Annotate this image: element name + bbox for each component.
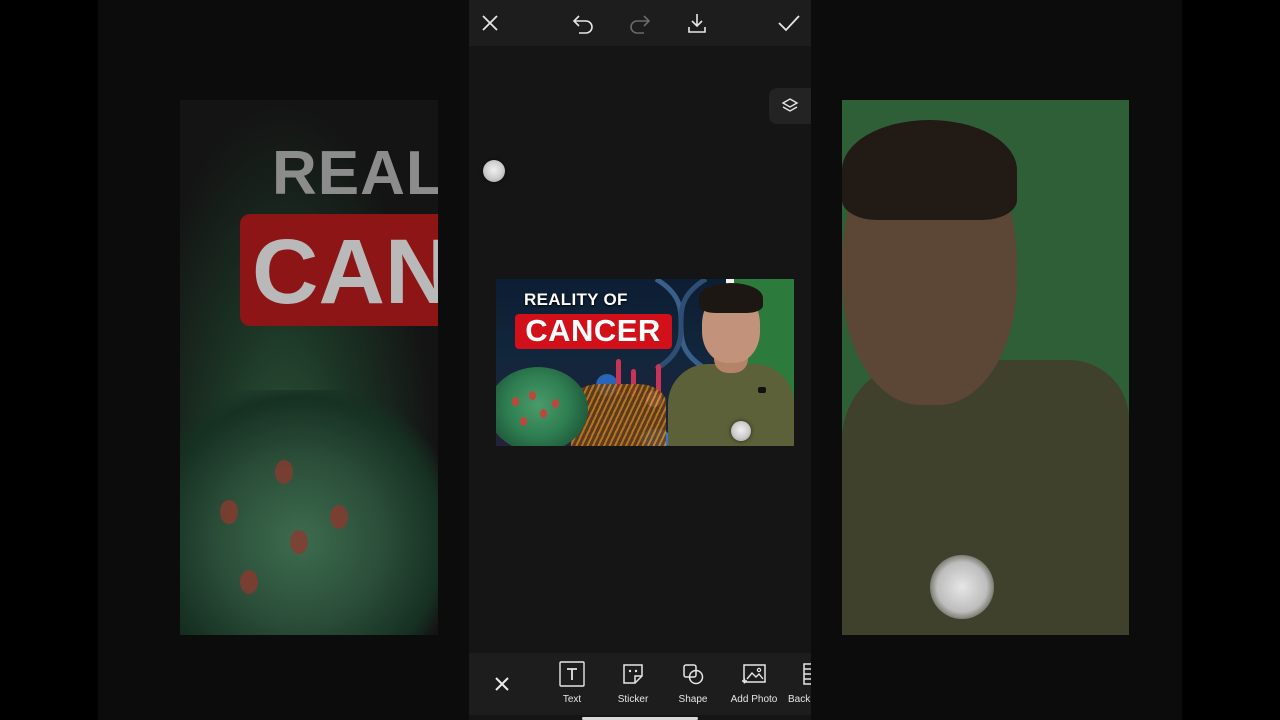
- shape-tool-button[interactable]: Shape: [662, 653, 724, 715]
- add-photo-tool-label: Add Photo: [730, 694, 778, 705]
- blurred-cell-dot: [290, 530, 308, 554]
- download-icon: [688, 14, 706, 33]
- person-hair: [699, 283, 763, 313]
- blurred-touch-indicator: [930, 555, 994, 619]
- lapel-mic: [758, 387, 766, 393]
- blurred-title-line2: CAN: [252, 221, 438, 323]
- checkmark-icon: [778, 15, 800, 32]
- blurred-cell-image: [180, 390, 438, 635]
- add-photo-tool-button[interactable]: Add Photo: [723, 653, 785, 715]
- touch-indicator: [483, 160, 505, 182]
- background-icon: [803, 663, 811, 685]
- canvas-thumbnail-image[interactable]: REALITY OF CANCER: [496, 279, 794, 446]
- blurred-cell-dot: [275, 460, 293, 484]
- cell-spot: [512, 397, 519, 406]
- thumbnail-title-line1: REALITY OF: [524, 290, 628, 309]
- cancel-tool-button[interactable]: [471, 653, 533, 715]
- blurred-thumbnail-right: [842, 100, 1129, 635]
- blurred-cell-dot: [220, 500, 238, 524]
- cell-spot: [552, 399, 559, 408]
- shape-icon: [683, 664, 704, 685]
- touch-indicator: [731, 421, 751, 441]
- background-tool-label: Back: [788, 694, 811, 705]
- apply-button[interactable]: [775, 9, 803, 37]
- cell-spot: [529, 391, 536, 400]
- close-button[interactable]: [476, 9, 504, 37]
- top-toolbar: [469, 0, 811, 46]
- shape-tool-label: Shape: [678, 694, 708, 705]
- layers-button[interactable]: [769, 88, 811, 124]
- undo-icon: [572, 15, 593, 34]
- redo-button[interactable]: [626, 9, 654, 37]
- undo-button[interactable]: [569, 9, 597, 37]
- add-photo-icon: [742, 664, 766, 684]
- sticker-tool-button[interactable]: Sticker: [602, 653, 664, 715]
- sticker-tool-label: Sticker: [617, 694, 649, 705]
- close-icon: [495, 677, 509, 691]
- layers-icon: [781, 98, 799, 112]
- bottom-toolbar: Text Sticker Shape Add Photo Back: [469, 653, 811, 715]
- blurred-cell-dot: [240, 570, 258, 594]
- cell-spot: [520, 417, 527, 426]
- blurred-person-hair: [842, 120, 1017, 220]
- download-button[interactable]: [683, 9, 711, 37]
- blurred-thumbnail-left: REALIT CAN: [180, 100, 438, 635]
- text-tool-button[interactable]: Text: [541, 653, 603, 715]
- editor-panel: REALITY OF CANCER Text Sticker Shape Add…: [469, 0, 811, 720]
- text-icon: [559, 661, 585, 687]
- text-tool-label: Text: [562, 694, 582, 705]
- blurred-title-line1: REALIT: [272, 139, 438, 208]
- redo-icon: [630, 15, 651, 34]
- thumbnail-title-line2: CANCER: [525, 313, 661, 348]
- close-icon: [482, 15, 498, 31]
- blurred-cell-dot: [330, 505, 348, 529]
- cell-spot: [540, 409, 547, 418]
- sticker-icon: [623, 664, 643, 684]
- background-tool-button[interactable]: Back: [784, 653, 811, 715]
